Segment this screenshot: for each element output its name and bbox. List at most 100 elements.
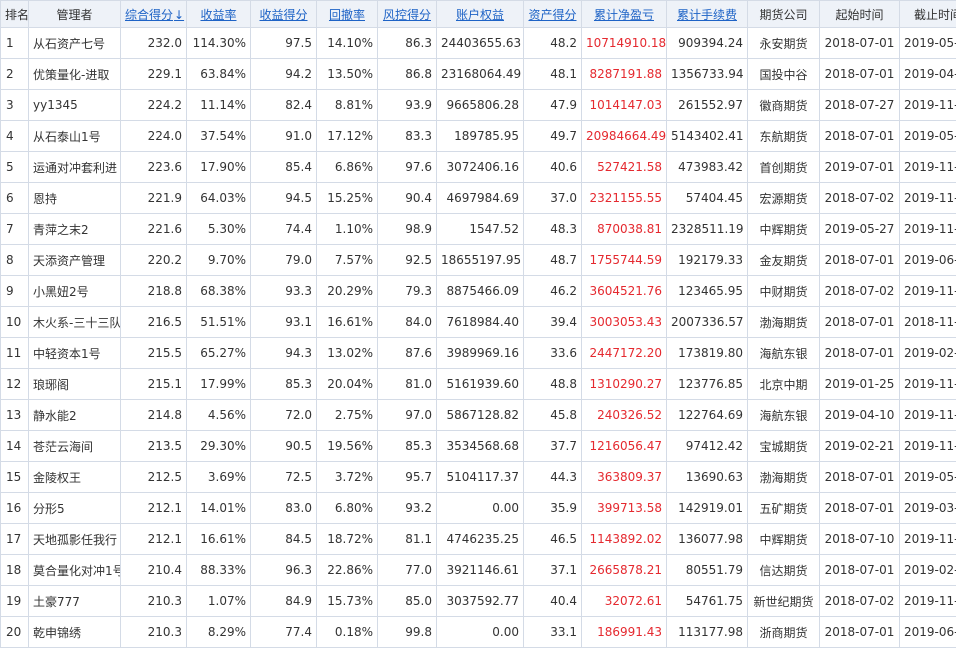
cell-manager[interactable]: 优策量化-进取	[29, 59, 121, 90]
cell-manager[interactable]: 天地孤影任我行	[29, 524, 121, 555]
cell-manager[interactable]: 琅琊阁	[29, 369, 121, 400]
cell-score: 232.0	[121, 28, 187, 59]
cell-manager[interactable]: 青萍之末2	[29, 214, 121, 245]
cell-manager[interactable]: 木火系-三十三队	[29, 307, 121, 338]
cell-asset-score: 48.1	[524, 59, 582, 90]
cell-manager[interactable]: 土豪777	[29, 586, 121, 617]
column-header-asset-score[interactable]: 资产得分	[524, 1, 582, 28]
sort-link-asset-score[interactable]: 资产得分	[528, 8, 576, 22]
cell-drawdown: 7.57%	[317, 245, 378, 276]
cell-drawdown: 2.75%	[317, 400, 378, 431]
table-row: 3yy1345224.211.14%82.48.81%93.99665806.2…	[1, 90, 956, 121]
cell-manager[interactable]: 从石泰山1号	[29, 121, 121, 152]
sort-link-drawdown[interactable]: 回撤率	[329, 8, 365, 22]
cell-risk-score: 87.6	[378, 338, 437, 369]
cell-broker: 浙商期货	[748, 617, 820, 648]
cell-manager[interactable]: 苍茫云海间	[29, 431, 121, 462]
cell-broker: 徽商期货	[748, 90, 820, 121]
cell-manager[interactable]: 从石资产七号	[29, 28, 121, 59]
cell-rank: 8	[1, 245, 29, 276]
cell-asset-score: 49.7	[524, 121, 582, 152]
cell-net-pnl: 3604521.76	[582, 276, 667, 307]
cell-manager[interactable]: 乾申锦绣	[29, 617, 121, 648]
sort-link-net-pnl[interactable]: 累计净盈亏	[594, 8, 654, 22]
cell-fees: 136077.98	[667, 524, 748, 555]
cell-net-pnl: 363809.37	[582, 462, 667, 493]
cell-equity: 18655197.95	[437, 245, 524, 276]
cell-equity: 5104117.37	[437, 462, 524, 493]
cell-manager[interactable]: 金陵权王	[29, 462, 121, 493]
sort-link-score[interactable]: 综合得分	[125, 8, 173, 22]
cell-manager[interactable]: 恩持	[29, 183, 121, 214]
cell-return-rate: 11.14%	[187, 90, 251, 121]
table-body: 1从石资产七号232.0114.30%97.514.10%86.32440365…	[1, 28, 956, 648]
cell-return-score: 84.9	[251, 586, 317, 617]
table-row: 15金陵权王212.53.69%72.53.72%95.75104117.374…	[1, 462, 956, 493]
sort-desc-icon[interactable]: ↓	[174, 8, 184, 22]
sort-link-risk-score[interactable]: 风控得分	[383, 8, 431, 22]
cell-net-pnl: 2447172.20	[582, 338, 667, 369]
cell-return-score: 83.0	[251, 493, 317, 524]
cell-broker: 海航东银	[748, 400, 820, 431]
cell-start: 2018-07-01	[820, 462, 900, 493]
column-header-return-rate[interactable]: 收益率	[187, 1, 251, 28]
cell-broker: 东航期货	[748, 121, 820, 152]
cell-broker: 信达期货	[748, 555, 820, 586]
column-header-drawdown[interactable]: 回撤率	[317, 1, 378, 28]
cell-rank: 13	[1, 400, 29, 431]
cell-return-rate: 68.38%	[187, 276, 251, 307]
table-row: 7青萍之末2221.65.30%74.41.10%98.91547.5248.3…	[1, 214, 956, 245]
cell-manager[interactable]: yy1345	[29, 90, 121, 121]
cell-start: 2018-07-27	[820, 90, 900, 121]
cell-return-score: 97.5	[251, 28, 317, 59]
column-header-net-pnl[interactable]: 累计净盈亏	[582, 1, 667, 28]
cell-return-score: 74.4	[251, 214, 317, 245]
cell-manager[interactable]: 莫合量化对冲1号	[29, 555, 121, 586]
cell-manager[interactable]: 中轻资本1号	[29, 338, 121, 369]
sort-link-return-rate[interactable]: 收益率	[200, 8, 236, 22]
sort-link-return-score[interactable]: 收益得分	[259, 8, 307, 22]
cell-score: 213.5	[121, 431, 187, 462]
cell-end: 2018-11-26	[900, 307, 956, 338]
cell-fees: 261552.97	[667, 90, 748, 121]
cell-broker: 北京中期	[748, 369, 820, 400]
cell-equity: 3037592.77	[437, 586, 524, 617]
table-row: 8天添资产管理220.29.70%79.07.57%92.518655197.9…	[1, 245, 956, 276]
column-header-score[interactable]: 综合得分↓	[121, 1, 187, 28]
cell-equity: 189785.95	[437, 121, 524, 152]
cell-asset-score: 37.1	[524, 555, 582, 586]
cell-manager[interactable]: 天添资产管理	[29, 245, 121, 276]
column-header-risk-score[interactable]: 风控得分	[378, 1, 437, 28]
cell-end: 2019-03-19	[900, 493, 956, 524]
column-header-equity[interactable]: 账户权益	[437, 1, 524, 28]
cell-manager[interactable]: 小黑妞2号	[29, 276, 121, 307]
cell-fees: 909394.24	[667, 28, 748, 59]
cell-return-rate: 114.30%	[187, 28, 251, 59]
cell-return-score: 94.5	[251, 183, 317, 214]
cell-score: 215.5	[121, 338, 187, 369]
cell-fees: 113177.98	[667, 617, 748, 648]
cell-return-rate: 5.30%	[187, 214, 251, 245]
sort-link-fees[interactable]: 累计手续费	[677, 8, 737, 22]
cell-net-pnl: 10714910.18	[582, 28, 667, 59]
cell-return-rate: 63.84%	[187, 59, 251, 90]
cell-fees: 97412.42	[667, 431, 748, 462]
cell-score: 221.9	[121, 183, 187, 214]
cell-rank: 20	[1, 617, 29, 648]
cell-manager[interactable]: 运通对冲套利进	[29, 152, 121, 183]
cell-asset-score: 46.2	[524, 276, 582, 307]
cell-net-pnl: 1755744.59	[582, 245, 667, 276]
cell-manager[interactable]: 分形5	[29, 493, 121, 524]
cell-risk-score: 86.8	[378, 59, 437, 90]
cell-equity: 3989969.16	[437, 338, 524, 369]
cell-risk-score: 99.8	[378, 617, 437, 648]
cell-return-score: 90.5	[251, 431, 317, 462]
column-header-fees[interactable]: 累计手续费	[667, 1, 748, 28]
cell-broker: 宝城期货	[748, 431, 820, 462]
cell-manager[interactable]: 静水能2	[29, 400, 121, 431]
cell-equity: 1547.52	[437, 214, 524, 245]
cell-rank: 16	[1, 493, 29, 524]
column-header-return-score[interactable]: 收益得分	[251, 1, 317, 28]
sort-link-equity[interactable]: 账户权益	[456, 8, 504, 22]
column-header-rank: 排名	[1, 1, 29, 28]
